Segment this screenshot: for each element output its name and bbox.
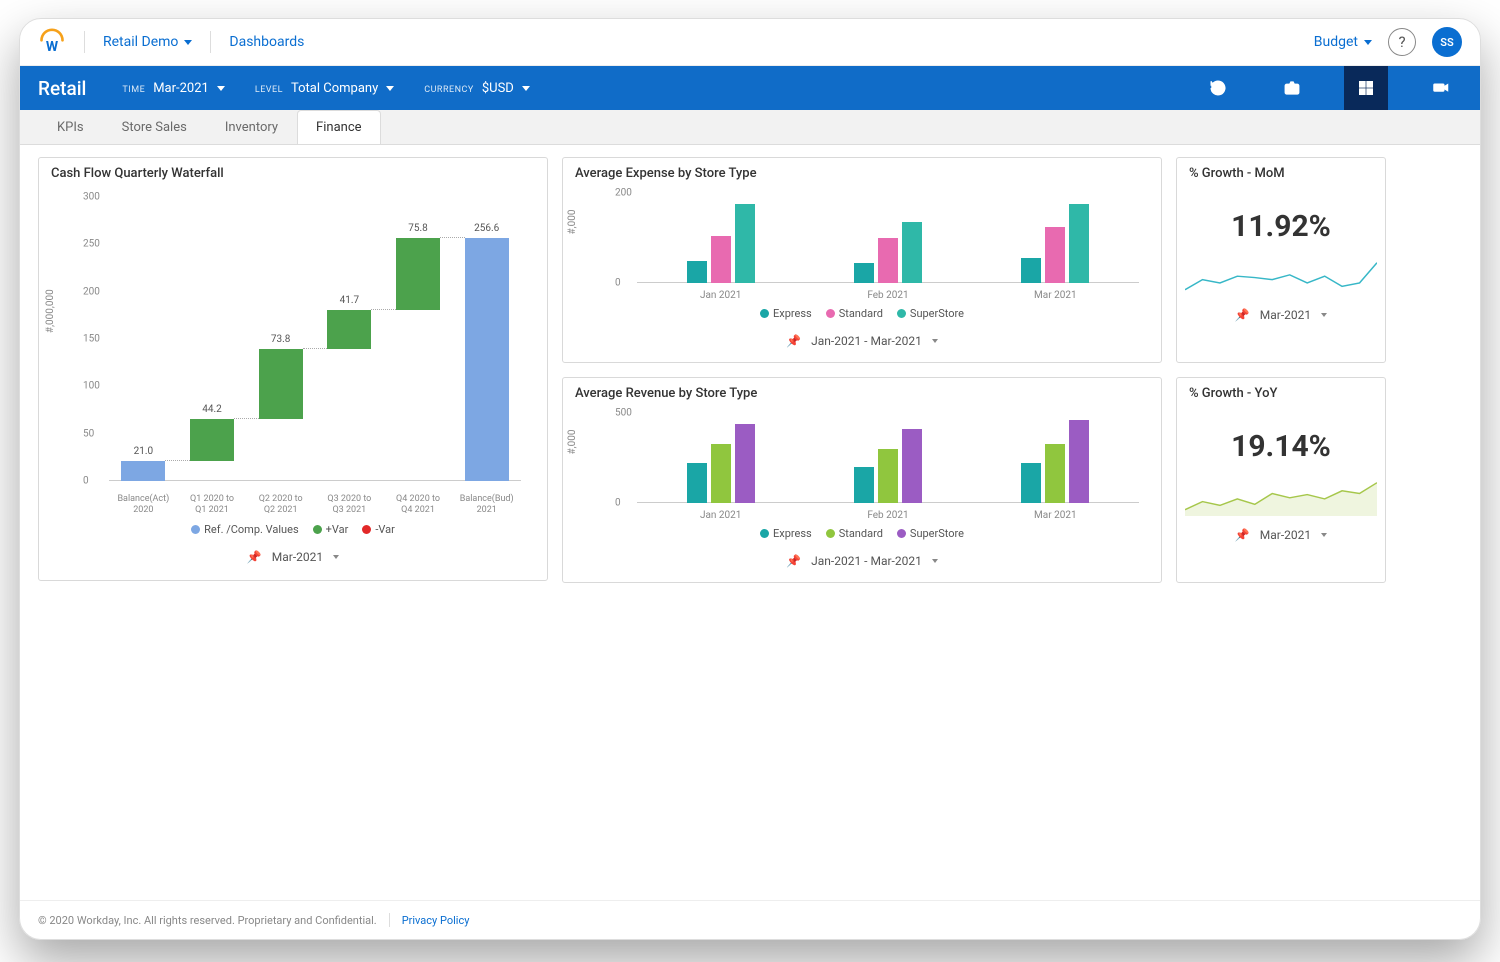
panel-title: % Growth - MoM: [1177, 158, 1385, 189]
mom-sparkline: [1185, 260, 1377, 296]
pin-icon: 📌: [1235, 528, 1250, 542]
filter-bar: Retail TIME Mar-2021 LEVEL Total Company…: [20, 66, 1480, 110]
refresh-button[interactable]: [1196, 66, 1240, 110]
tab-kpis[interactable]: KPIs: [38, 110, 103, 144]
chevron-down-icon: [386, 86, 394, 91]
waterfall-legend: Ref. /Comp. Values +Var -Var: [39, 519, 547, 540]
panel-expense: Average Expense by Store Type #,000 0200…: [562, 157, 1162, 363]
divider: [84, 31, 85, 53]
footer-range: Mar-2021: [1260, 528, 1311, 542]
chevron-down-icon: [1321, 313, 1327, 317]
present-button[interactable]: [1418, 66, 1462, 110]
tab-inventory[interactable]: Inventory: [206, 110, 297, 144]
y-axis-label: #,000,000: [45, 289, 56, 333]
panel-footer-dropdown[interactable]: 📌 Jan-2021 - Mar-2021: [563, 324, 1161, 360]
level-picker-value: Total Company: [291, 81, 378, 96]
chevron-down-icon: [1364, 40, 1372, 45]
chevron-down-icon: [1321, 533, 1327, 537]
panel-footer-dropdown[interactable]: 📌 Mar-2021: [1177, 298, 1385, 334]
nav-dashboards-link[interactable]: Dashboards: [229, 34, 304, 50]
legend-item: +Var: [313, 523, 349, 536]
panel-mom: % Growth - MoM 11.92% 📌 Mar-2021: [1176, 157, 1386, 363]
workday-logo[interactable]: W: [38, 28, 66, 56]
currency-picker-value: $USD: [482, 81, 514, 96]
tab-list: KPIsStore SalesInventoryFinance: [38, 110, 381, 144]
chevron-down-icon: [184, 40, 192, 45]
tab-store-sales[interactable]: Store Sales: [103, 110, 206, 144]
user-avatar[interactable]: SS: [1432, 27, 1462, 57]
panel-footer-dropdown[interactable]: 📌 Mar-2021: [39, 540, 547, 576]
expense-legend: Express Standard SuperStore: [563, 303, 1161, 324]
panel-footer-dropdown[interactable]: 📌 Jan-2021 - Mar-2021: [563, 544, 1161, 580]
chevron-down-icon: [522, 86, 530, 91]
header-bar: W Retail Demo Dashboards Budget ? SS: [20, 19, 1480, 66]
level-picker-label: LEVEL: [255, 85, 283, 95]
copyright-text: © 2020 Workday, Inc. All rights reserved…: [38, 914, 377, 927]
yoy-sparkline: [1185, 480, 1377, 516]
tab-row: KPIsStore SalesInventoryFinance: [20, 110, 1480, 145]
footer-range: Mar-2021: [272, 550, 323, 564]
y-axis-label: #,000: [567, 210, 578, 235]
panel-title: Average Revenue by Store Type: [563, 378, 1161, 409]
page-title: Retail: [38, 77, 86, 100]
kpi-value-mom: 11.92%: [1177, 209, 1385, 244]
waterfall-chart: #,000,000 05010015020025030021.044.273.8…: [83, 195, 525, 515]
panel-revenue: Average Revenue by Store Type #,000 0500…: [562, 377, 1162, 583]
chevron-down-icon: [217, 86, 225, 91]
legend-item: Standard: [826, 527, 883, 540]
currency-picker[interactable]: CURRENCY $USD: [424, 81, 530, 96]
footer-range: Jan-2021 - Mar-2021: [811, 334, 922, 348]
revenue-legend: Express Standard SuperStore: [563, 523, 1161, 544]
pin-icon: 📌: [786, 554, 801, 568]
pin-icon: 📌: [1235, 308, 1250, 322]
app-window: W Retail Demo Dashboards Budget ? SS Ret…: [19, 18, 1481, 940]
dashboard-content: Cash Flow Quarterly Waterfall #,000,000 …: [20, 145, 1480, 900]
level-picker[interactable]: LEVEL Total Company: [255, 81, 394, 96]
time-picker-label: TIME: [122, 85, 145, 95]
page-footer: © 2020 Workday, Inc. All rights reserved…: [20, 900, 1480, 939]
privacy-link[interactable]: Privacy Policy: [402, 914, 470, 927]
time-picker-value: Mar-2021: [153, 81, 209, 96]
expense-chart: #,000 0200 Jan 2021Feb 2021Mar 2021: [617, 193, 1141, 301]
y-axis-label: #,000: [567, 430, 578, 455]
footer-range: Jan-2021 - Mar-2021: [811, 554, 922, 568]
chevron-down-icon: [932, 559, 938, 563]
legend-item: Ref. /Comp. Values: [191, 523, 298, 536]
svg-text:W: W: [46, 39, 59, 55]
panel-title: Cash Flow Quarterly Waterfall: [39, 158, 547, 189]
time-picker[interactable]: TIME Mar-2021: [122, 81, 224, 96]
legend-item: Express: [760, 307, 812, 320]
legend-item: SuperStore: [897, 527, 964, 540]
legend-item: SuperStore: [897, 307, 964, 320]
legend-item: Standard: [826, 307, 883, 320]
workspace-dropdown[interactable]: Retail Demo: [103, 34, 192, 50]
grid-view-button[interactable]: [1344, 66, 1388, 110]
tab-finance[interactable]: Finance: [297, 110, 380, 144]
kpi-value-yoy: 19.14%: [1177, 429, 1385, 464]
panel-footer-dropdown[interactable]: 📌 Mar-2021: [1177, 518, 1385, 554]
panel-waterfall: Cash Flow Quarterly Waterfall #,000,000 …: [38, 157, 548, 581]
screenshot-button[interactable]: [1270, 66, 1314, 110]
currency-picker-label: CURRENCY: [424, 85, 474, 95]
help-icon[interactable]: ?: [1388, 28, 1416, 56]
legend-item: -Var: [362, 523, 395, 536]
chevron-down-icon: [333, 555, 339, 559]
divider: [210, 31, 211, 53]
pin-icon: 📌: [786, 334, 801, 348]
panel-title: % Growth - YoY: [1177, 378, 1385, 409]
workspace-label: Retail Demo: [103, 34, 178, 50]
panel-title: Average Expense by Store Type: [563, 158, 1161, 189]
budget-label: Budget: [1314, 34, 1358, 50]
pin-icon: 📌: [247, 550, 262, 564]
chevron-down-icon: [932, 339, 938, 343]
budget-dropdown[interactable]: Budget: [1314, 34, 1372, 50]
footer-range: Mar-2021: [1260, 308, 1311, 322]
legend-item: Express: [760, 527, 812, 540]
revenue-chart: #,000 0500 Jan 2021Feb 2021Mar 2021: [617, 413, 1141, 521]
panel-yoy: % Growth - YoY 19.14% 📌 Mar-2021: [1176, 377, 1386, 583]
